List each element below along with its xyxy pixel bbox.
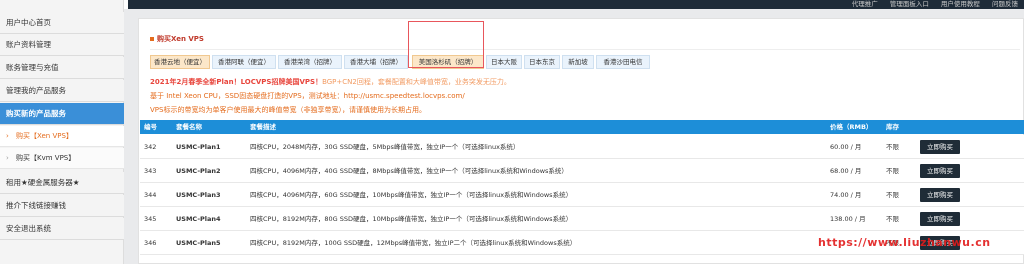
row-id: 344 [144, 191, 157, 199]
row-name: USMC-Plan1 [176, 143, 221, 151]
buy-now-button[interactable]: 立即购买 [920, 212, 960, 226]
row-name: USMC-Plan2 [176, 167, 221, 175]
table-row: 342 USMC-Plan1 四核CPU，2048M内存，30G SSD硬盘，5… [140, 135, 1024, 159]
top-link-feedback[interactable]: 问题反馈 [992, 0, 1018, 8]
top-links: 代理推广 管理面板入口 用户使用教程 问题反馈 [842, 0, 1018, 9]
buy-now-button[interactable]: 立即购买 [920, 188, 960, 202]
notice-headline: 2021年2月春季全新Plan！LOCVPS招牌美国VPS！ [150, 78, 323, 86]
buy-now-button[interactable]: 立即购买 [920, 140, 960, 154]
header-price: 价格（RMB） [830, 123, 873, 131]
sidebar-sub-buy-kvm[interactable]: › 购买【Kvm VPS】 [0, 148, 124, 169]
row-desc: 四核CPU，2048M内存，30G SSD硬盘，5Mbps峰值带宽，独立IP一个… [250, 143, 520, 151]
table-row: 345 USMC-Plan4 四核CPU，8192M内存，80G SSD硬盘，1… [140, 207, 1024, 231]
top-link-tutorial[interactable]: 用户使用教程 [941, 0, 980, 8]
header-id: 编号 [144, 123, 157, 131]
buy-now-button[interactable]: 立即购买 [920, 164, 960, 178]
tab-jp-tokyo[interactable]: 日本东京 [524, 55, 560, 69]
row-id: 345 [144, 215, 157, 223]
row-id: 342 [144, 143, 157, 151]
sidebar-item-dedicated-server[interactable]: 租用★硬金属服务器★ [0, 172, 124, 194]
row-stock: 不限 [886, 215, 899, 223]
panel-title-text: 购买Xen VPS [157, 35, 204, 43]
chevron-right-icon: › [6, 154, 9, 162]
top-navigation-bar: 代理推广 管理面板入口 用户使用教程 问题反馈 [128, 0, 1024, 9]
tab-hk-yundi[interactable]: 香港云地（便宜） [150, 55, 210, 69]
header-desc: 套餐描述 [250, 123, 276, 131]
notice-headline-rest: BGP+CN2回程，套餐配置和大峰值带宽，业务突发无压力。 [322, 78, 511, 86]
sidebar-sub-buy-xen[interactable]: › 购买【Xen VPS】 [0, 126, 124, 147]
row-name: USMC-Plan4 [176, 215, 221, 223]
top-link-panel[interactable]: 管理面板入口 [890, 0, 929, 8]
row-desc: 四核CPU，8192M内存，80G SSD硬盘，10Mbps峰值带宽，独立IP一… [250, 215, 573, 223]
sidebar-item-logout[interactable]: 安全退出系统 [0, 218, 124, 240]
row-desc: 四核CPU，4096M内存，40G SSD硬盘，8Mbps峰值带宽，独立IP一个… [250, 167, 568, 175]
sidebar-sub-buy-xen-label: 购买【Xen VPS】 [16, 132, 73, 140]
header-name: 套餐名称 [176, 123, 202, 131]
header-stock: 库存 [886, 123, 899, 131]
row-stock: 不限 [886, 143, 899, 151]
tab-jp-osaka[interactable]: 日本大阪 [486, 55, 522, 69]
chevron-right-icon: › [6, 132, 9, 140]
row-id: 346 [144, 239, 157, 247]
row-price: 138.00 / 月 [830, 215, 866, 223]
top-link-agent[interactable]: 代理推广 [852, 0, 878, 8]
square-bullet-icon [150, 37, 154, 41]
row-name: USMC-Plan3 [176, 191, 221, 199]
row-price: 68.00 / 月 [830, 167, 862, 175]
watermark-url: https://www.liuzhanwu.cn [818, 236, 991, 249]
tab-hk-rongwan[interactable]: 香港荣湾（招牌） [278, 55, 342, 69]
sidebar-item-referral[interactable]: 推介下线链接赚钱 [0, 195, 124, 217]
tab-singapore[interactable]: 新加坡 [562, 55, 594, 69]
notice-line-3: VPS标示的带宽均为单客户使用最大的峰值带宽（非独享带宽），请谨慎使用为长期占用… [150, 106, 426, 114]
highlight-box [408, 21, 484, 68]
notice-line-1: 2021年2月春季全新Plan！LOCVPS招牌美国VPS！BGP+CN2回程，… [150, 77, 511, 87]
row-desc: 四核CPU，4096M内存，60G SSD硬盘，10Mbps峰值带宽，独立IP一… [250, 191, 573, 199]
row-name: USMC-Plan5 [176, 239, 221, 247]
row-price: 60.00 / 月 [830, 143, 862, 151]
panel-title: 购买Xen VPS [150, 34, 204, 44]
notice-line-2: 基于 Intel Xeon CPU，SSD固态硬盘打造的VPS，测试地址：htt… [150, 92, 465, 100]
tab-hk-shatin[interactable]: 香港沙田电信 [596, 55, 650, 69]
table-header: 编号 套餐名称 套餐描述 价格（RMB） 库存 [140, 120, 1024, 134]
row-id: 343 [144, 167, 157, 175]
row-price: 74.00 / 月 [830, 191, 862, 199]
table-row: 343 USMC-Plan2 四核CPU，4096M内存，40G SSD硬盘，8… [140, 159, 1024, 183]
table-row: 344 USMC-Plan3 四核CPU，4096M内存，60G SSD硬盘，1… [140, 183, 1024, 207]
sidebar-item-home[interactable]: 用户中心首页 [0, 12, 124, 34]
sidebar-item-billing[interactable]: 账务管理与充值 [0, 57, 124, 79]
tab-hk-alian[interactable]: 香港阿联（便宜） [212, 55, 276, 69]
row-stock: 不限 [886, 191, 899, 199]
sidebar-item-profile[interactable]: 账户资料管理 [0, 34, 124, 56]
sidebar-item-buy-products[interactable]: 购买新的产品服务 [0, 103, 124, 125]
sidebar: 用户中心首页 账户资料管理 账务管理与充值 管理我的产品服务 购买新的产品服务 … [0, 0, 124, 264]
tab-hk-dapu[interactable]: 香港大埔（招牌） [344, 55, 408, 69]
sidebar-sub-buy-kvm-label: 购买【Kvm VPS】 [16, 154, 76, 162]
divider [150, 49, 1020, 50]
sidebar-item-manage-products[interactable]: 管理我的产品服务 [0, 80, 124, 102]
row-stock: 不限 [886, 167, 899, 175]
row-desc: 四核CPU，8192M内存，100G SSD硬盘，12Mbps峰值带宽，独立IP… [250, 239, 577, 247]
